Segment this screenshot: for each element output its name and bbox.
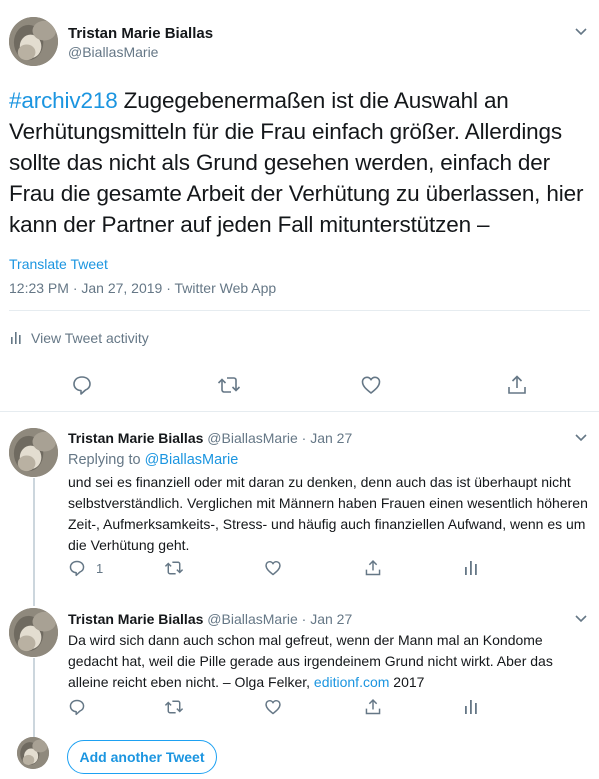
reply-header: Tristan Marie Biallas @BiallasMarie · Ja…	[68, 430, 352, 446]
retweet-button[interactable]	[164, 698, 184, 716]
replying-label: Replying to	[68, 452, 145, 468]
reply-button[interactable]: 1	[68, 559, 103, 577]
analytics-icon	[465, 561, 477, 575]
tweet-activity-button[interactable]	[464, 699, 478, 715]
reply-actions: 1	[68, 559, 488, 581]
chevron-down-icon[interactable]	[574, 614, 588, 624]
reply-icon	[69, 699, 85, 716]
avatar[interactable]	[9, 608, 58, 657]
like-button[interactable]	[264, 698, 282, 716]
author-name[interactable]: Tristan Marie Biallas	[68, 430, 203, 446]
tweet-activity-button[interactable]	[464, 560, 478, 576]
reply-count: 1	[96, 560, 104, 576]
reply-header: Tristan Marie Biallas @BiallasMarie · Ja…	[68, 611, 352, 627]
reply-tweet[interactable]: Tristan Marie Biallas @BiallasMarie · Ja…	[0, 413, 599, 591]
reply-actions	[68, 698, 488, 720]
activity-label: View Tweet activity	[31, 330, 149, 346]
replying-to: Replying to @BiallasMarie	[68, 452, 238, 468]
avatar-image	[9, 608, 58, 657]
main-tweet: Tristan Marie Biallas @BiallasMarie #arc…	[0, 0, 599, 412]
reply-icon	[73, 376, 91, 395]
author-name[interactable]: Tristan Marie Biallas	[68, 611, 203, 627]
retweet-button[interactable]	[217, 374, 241, 396]
reply-text: und sei es finanziell oder mit daran zu …	[68, 474, 588, 553]
handle-date[interactable]: @BiallasMarie · Jan 27	[203, 611, 352, 627]
source-link[interactable]: editionf.com	[314, 674, 389, 690]
reply-tweet[interactable]: Tristan Marie Biallas @BiallasMarie · Ja…	[0, 595, 599, 730]
hashtag-link[interactable]: #archiv218	[9, 88, 118, 113]
chevron-down-icon[interactable]	[574, 27, 588, 37]
tweet-meta: 12:23 PM · Jan 27, 2019 · Twitter Web Ap…	[9, 280, 277, 296]
like-button[interactable]	[264, 559, 282, 577]
share-button[interactable]	[506, 374, 528, 396]
analytics-icon	[465, 700, 477, 714]
reply-button[interactable]	[71, 374, 93, 396]
tweet-text: #archiv218 Zugegebenermaßen ist die Ausw…	[9, 85, 589, 240]
view-tweet-activity[interactable]: View Tweet activity	[9, 330, 149, 346]
share-button[interactable]	[364, 559, 382, 577]
share-icon	[365, 560, 381, 576]
like-icon	[361, 376, 381, 394]
analytics-icon	[11, 332, 21, 344]
compose-avatar	[17, 737, 49, 769]
translate-tweet-link[interactable]: Translate Tweet	[9, 256, 108, 272]
add-another-tweet-button[interactable]: Add another Tweet	[67, 740, 217, 774]
like-icon	[265, 699, 281, 715]
reply-text: Da wird sich dann auch schon mal gefreut…	[68, 630, 588, 693]
chevron-down-icon[interactable]	[574, 433, 588, 443]
reply-button[interactable]	[68, 698, 86, 716]
reply-icon	[69, 560, 85, 577]
retweet-icon	[164, 700, 184, 714]
divider	[9, 310, 590, 311]
avatar-image	[17, 737, 49, 769]
tweet-actions	[0, 374, 599, 400]
share-icon	[508, 375, 526, 394]
avatar[interactable]	[9, 428, 58, 477]
author-name[interactable]: Tristan Marie Biallas	[68, 25, 213, 42]
handle-date[interactable]: @BiallasMarie · Jan 27	[203, 430, 352, 446]
like-button[interactable]	[360, 374, 382, 396]
retweet-button[interactable]	[164, 559, 184, 577]
reply-body: Da wird sich dann auch schon mal gefreut…	[68, 632, 553, 690]
avatar-image	[9, 428, 58, 477]
share-button[interactable]	[364, 698, 382, 716]
avatar[interactable]	[9, 17, 58, 66]
avatar-image	[9, 17, 58, 66]
author-handle[interactable]: @BiallasMarie	[68, 44, 158, 60]
retweet-icon	[217, 377, 241, 393]
replying-handle-link[interactable]: @BiallasMarie	[145, 452, 239, 468]
reply-body-end: 2017	[389, 674, 425, 690]
retweet-icon	[164, 561, 184, 575]
share-icon	[365, 699, 381, 715]
like-icon	[265, 560, 281, 576]
